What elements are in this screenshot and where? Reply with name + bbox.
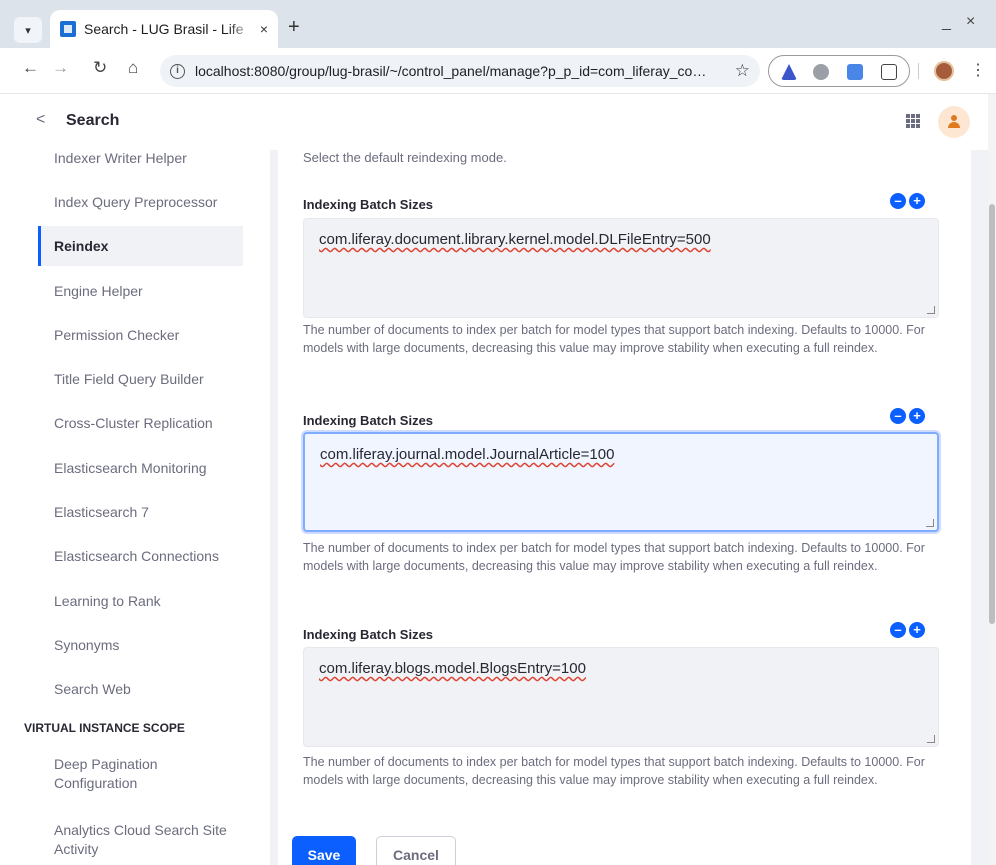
page-title: Search [66,112,120,129]
window-close-icon[interactable]: × [966,13,975,31]
sidebar-item-elasticsearch-7[interactable]: Elasticsearch 7 [38,504,243,520]
user-avatar[interactable] [938,106,970,138]
extensions-group [768,55,910,87]
config-form: Select the default reindexing mode. Inde… [278,150,971,865]
resize-handle-icon[interactable] [926,519,934,527]
sidebar-item-permission-checker[interactable]: Permission Checker [38,327,243,343]
config-sidebar: Indexer Writer Helper Index Query Prepro… [0,150,270,865]
extension-icon[interactable] [781,64,797,80]
save-button[interactable]: Save [292,836,356,865]
user-icon [947,115,961,129]
url-text: localhost:8080/group/lug-brasil/~/contro… [195,63,707,79]
sidebar-item-index-query-preprocessor[interactable]: Index Query Preprocessor [38,194,243,210]
add-field-button[interactable]: + [909,622,925,638]
sidebar-item-synonyms[interactable]: Synonyms [38,637,243,653]
puzzle-extensions-icon[interactable] [881,64,897,80]
field-label: Indexing Batch Sizes [303,627,434,642]
batch-size-textarea[interactable]: com.liferay.blogs.model.BlogsEntry=100 [303,647,939,747]
browser-tab-bar: ▾ Search - LUG Brasil - Life × + _ × [0,0,996,48]
toolbar-divider [918,63,919,79]
sidebar-item-elasticsearch-monitoring[interactable]: Elasticsearch Monitoring [38,460,243,476]
add-field-button[interactable]: + [909,193,925,209]
sidebar-item-cross-cluster-replication[interactable]: Cross-Cluster Replication [38,415,243,431]
tab-close-icon[interactable]: × [260,21,268,37]
sidebar-item-elasticsearch-connections[interactable]: Elasticsearch Connections [38,548,243,564]
batch-size-textarea[interactable]: com.liferay.journal.model.JournalArticle… [303,432,939,532]
tab-list-chevron-icon[interactable]: ▾ [14,17,42,43]
sidebar-item-learning-to-rank[interactable]: Learning to Rank [38,593,243,609]
apps-grid-icon[interactable] [906,114,920,128]
profile-avatar[interactable] [934,61,954,81]
resize-handle-icon[interactable] [927,735,935,743]
address-bar[interactable]: i localhost:8080/group/lug-brasil/~/cont… [160,55,760,87]
app-header: < Search [0,94,990,150]
reload-icon[interactable]: ↻ [93,58,107,78]
remove-field-button[interactable]: – [890,193,906,209]
batch-size-value: com.liferay.blogs.model.BlogsEntry=100 [319,660,586,677]
field-label: Indexing Batch Sizes [303,197,434,212]
field-help-text: The number of documents to index per bat… [303,541,925,573]
batch-size-textarea[interactable]: com.liferay.document.library.kernel.mode… [303,218,939,318]
new-tab-icon[interactable]: + [288,16,300,39]
sidebar-section-heading: VIRTUAL INSTANCE SCOPE [24,721,185,735]
home-icon[interactable]: ⌂ [128,58,138,78]
sidebar-item-analytics-cloud[interactable]: Analytics Cloud Search Site Activity [38,821,228,859]
bookmark-star-icon[interactable]: ☆ [735,61,750,81]
translate-extension-icon[interactable] [847,64,863,80]
browser-menu-icon[interactable]: ⋮ [970,60,986,80]
remove-field-button[interactable]: – [890,408,906,424]
sidebar-item-deep-pagination[interactable]: Deep Pagination Configuration [38,755,218,793]
reindex-mode-help: Select the default reindexing mode. [303,150,507,165]
add-field-button[interactable]: + [909,408,925,424]
field-help-text: The number of documents to index per bat… [303,323,925,355]
back-arrow-icon[interactable]: ← [22,58,39,78]
sidebar-item-reindex[interactable]: Reindex [38,226,243,266]
resize-handle-icon[interactable] [927,306,935,314]
sidebar-item-title-field-query-builder[interactable]: Title Field Query Builder [38,371,243,387]
extension-icon[interactable] [813,64,829,80]
field-controls: – + [890,408,925,424]
browser-toolbar: ← → ↻ ⌂ i localhost:8080/group/lug-brasi… [0,48,996,94]
sidebar-item-search-web[interactable]: Search Web [38,681,243,697]
cancel-button[interactable]: Cancel [376,836,456,865]
field-controls: – + [890,193,925,209]
liferay-favicon-icon [60,21,76,37]
main-content: Select the default reindexing mode. Inde… [270,150,988,865]
field-help-text: The number of documents to index per bat… [303,755,925,787]
sidebar-item-indexer-writer-helper[interactable]: Indexer Writer Helper [38,150,243,166]
field-controls: – + [890,622,925,638]
back-chevron-icon[interactable]: < [36,111,45,129]
site-info-icon[interactable]: i [170,63,185,79]
minimize-icon[interactable]: _ [942,14,951,32]
sidebar-item-engine-helper[interactable]: Engine Helper [38,283,243,299]
tab-title: Search - LUG Brasil - Life [83,21,244,37]
browser-tab[interactable]: Search - LUG Brasil - Life × [50,10,278,48]
forward-arrow-icon[interactable]: → [52,58,69,78]
field-label: Indexing Batch Sizes [303,413,434,428]
scrollbar-thumb[interactable] [989,204,995,624]
batch-size-value: com.liferay.journal.model.JournalArticle… [320,446,615,463]
page-scrollbar[interactable] [988,94,996,865]
batch-size-value: com.liferay.document.library.kernel.mode… [319,231,711,248]
remove-field-button[interactable]: – [890,622,906,638]
